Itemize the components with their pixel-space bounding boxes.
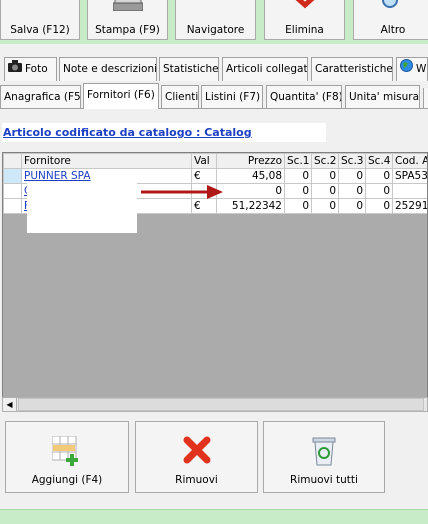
tab-row-scroll-edge <box>423 88 428 108</box>
tab-clienti-label: Clienti <box>165 91 199 103</box>
cell-price[interactable]: 0 <box>216 183 285 199</box>
remove-button-label: Rimuovi <box>175 474 218 486</box>
cell-supplier[interactable]: PUNNER SPA <box>21 168 192 184</box>
cell-sc4[interactable]: 0 <box>365 168 393 184</box>
camera-icon <box>8 58 22 80</box>
tab-anagrafica[interactable]: Anagrafica (F5) <box>0 85 81 109</box>
col-sc4[interactable]: Sc.4 <box>365 153 393 169</box>
row-indicator[interactable] <box>3 168 22 184</box>
other-button-label: Altro <box>380 24 406 36</box>
col-sc2[interactable]: Sc.2 <box>311 153 339 169</box>
scroll-thumb[interactable] <box>18 398 424 411</box>
add-button[interactable]: Aggiungi (F4) <box>5 421 129 493</box>
tab-web-label: W <box>416 63 427 75</box>
save-button-label: Salva (F12) <box>10 24 70 36</box>
row-indicator[interactable] <box>3 183 22 199</box>
cell-sc3[interactable]: 0 <box>338 168 366 184</box>
tab-caratteristiche-label: Caratteristiche <box>315 63 393 75</box>
tab-web[interactable]: W <box>396 57 428 81</box>
tab-quantita[interactable]: Quantita' (F8) <box>266 85 342 109</box>
table-row[interactable]: PUNNER SPA € 45,08 0 0 0 0 SPA530 <box>3 168 427 184</box>
print-button-label: Stampa (F9) <box>95 24 160 36</box>
cell-sc1[interactable]: 0 <box>284 198 312 214</box>
tab-caratteristiche[interactable]: Caratteristiche <box>311 57 393 81</box>
cell-sc2[interactable]: 0 <box>311 168 339 184</box>
printer-icon <box>112 0 143 14</box>
cell-sc4[interactable]: 0 <box>365 183 393 199</box>
tab-note-label: Note e descrizioni <box>63 63 157 75</box>
cell-sc3[interactable]: 0 <box>338 198 366 214</box>
tab-unita-misura-label: Unita' misura <box>349 91 420 103</box>
row-indicator[interactable] <box>3 198 22 214</box>
add-grid-icon <box>51 435 82 469</box>
cell-sc4[interactable]: 0 <box>365 198 393 214</box>
tab-unita-misura[interactable]: Unita' misura <box>345 85 420 109</box>
magnifier-icon <box>382 0 404 14</box>
delete-button[interactable]: Elimina <box>264 0 345 40</box>
arrow-annotation <box>141 185 223 199</box>
tab-note[interactable]: Note e descrizioni <box>59 57 157 81</box>
tab-articoli-collegati-label: Articoli collegati <box>226 63 308 75</box>
cell-code[interactable]: SPA530 <box>392 168 427 184</box>
cell-sc3[interactable]: 0 <box>338 183 366 199</box>
cell-price[interactable]: 51,22342 <box>216 198 285 214</box>
tab-foto[interactable]: Foto <box>4 57 57 81</box>
tab-foto-label: Foto <box>25 63 48 75</box>
remove-button[interactable]: Rimuovi <box>135 421 258 493</box>
print-button[interactable]: Stampa (F9) <box>87 0 168 40</box>
close-icon <box>183 436 211 467</box>
grid-header-row: Fornitore Val Prezzo Sc.1 Sc.2 Sc.3 Sc.4… <box>3 153 427 169</box>
cell-code[interactable] <box>392 183 427 199</box>
tab-anagrafica-label: Anagrafica (F5) <box>4 91 81 103</box>
tab-listini[interactable]: Listini (F7) <box>201 85 263 109</box>
navigator-button-label: Navigatore <box>186 24 245 36</box>
save-button[interactable]: Salva (F12) <box>0 0 80 40</box>
suppliers-grid[interactable]: Fornitore Val Prezzo Sc.1 Sc.2 Sc.3 Sc.4… <box>2 152 428 412</box>
navigator-button[interactable]: Navigatore <box>175 0 256 40</box>
catalog-link[interactable]: Articolo codificato da catalogo : Catalo… <box>3 126 252 139</box>
cell-currency[interactable]: € <box>191 168 217 184</box>
tab-clienti[interactable]: Clienti <box>161 85 199 109</box>
redaction-box <box>27 183 137 233</box>
remove-all-button[interactable]: Rimuovi tutti <box>263 421 385 493</box>
col-sc3[interactable]: Sc.3 <box>338 153 366 169</box>
grid-horizontal-scrollbar[interactable]: ◀ <box>2 397 428 412</box>
recycle-bin-icon <box>312 436 336 469</box>
cell-sc1[interactable]: 0 <box>284 168 312 184</box>
status-band <box>0 509 428 524</box>
supplier-link[interactable]: PUNNER SPA <box>24 170 91 182</box>
tab-listini-label: Listini (F7) <box>205 91 261 103</box>
cell-price[interactable]: 45,08 <box>216 168 285 184</box>
globe-icon <box>400 58 413 80</box>
cell-sc2[interactable]: 0 <box>311 198 339 214</box>
col-val[interactable]: Val <box>191 153 217 169</box>
cell-code[interactable]: 25291 <box>392 198 427 214</box>
scroll-left-arrow[interactable]: ◀ <box>3 398 17 411</box>
tab-statistiche-label: Statistiche <box>163 63 219 75</box>
remove-all-button-label: Rimuovi tutti <box>290 474 358 486</box>
tab-quantita-label: Quantita' (F8) <box>270 91 342 103</box>
tab-statistiche[interactable]: Statistiche <box>159 57 219 81</box>
row-indicator-header <box>3 153 22 169</box>
other-button[interactable]: Altro <box>353 0 428 40</box>
col-fornitore[interactable]: Fornitore <box>21 153 192 169</box>
cell-sc2[interactable]: 0 <box>311 183 339 199</box>
col-cod-ar[interactable]: Cod. Ar <box>392 153 427 169</box>
delete-button-label: Elimina <box>285 24 324 36</box>
col-sc1[interactable]: Sc.1 <box>284 153 312 169</box>
cell-sc1[interactable]: 0 <box>284 183 312 199</box>
tab-fornitori[interactable]: Fornitori (F6) <box>83 83 159 109</box>
tab-articoli-collegati[interactable]: Articoli collegati <box>222 57 308 81</box>
delete-icon <box>294 0 316 14</box>
col-prezzo[interactable]: Prezzo <box>216 153 285 169</box>
tab-fornitori-label: Fornitori (F6) <box>87 89 155 101</box>
add-button-label: Aggiungi (F4) <box>31 474 103 486</box>
